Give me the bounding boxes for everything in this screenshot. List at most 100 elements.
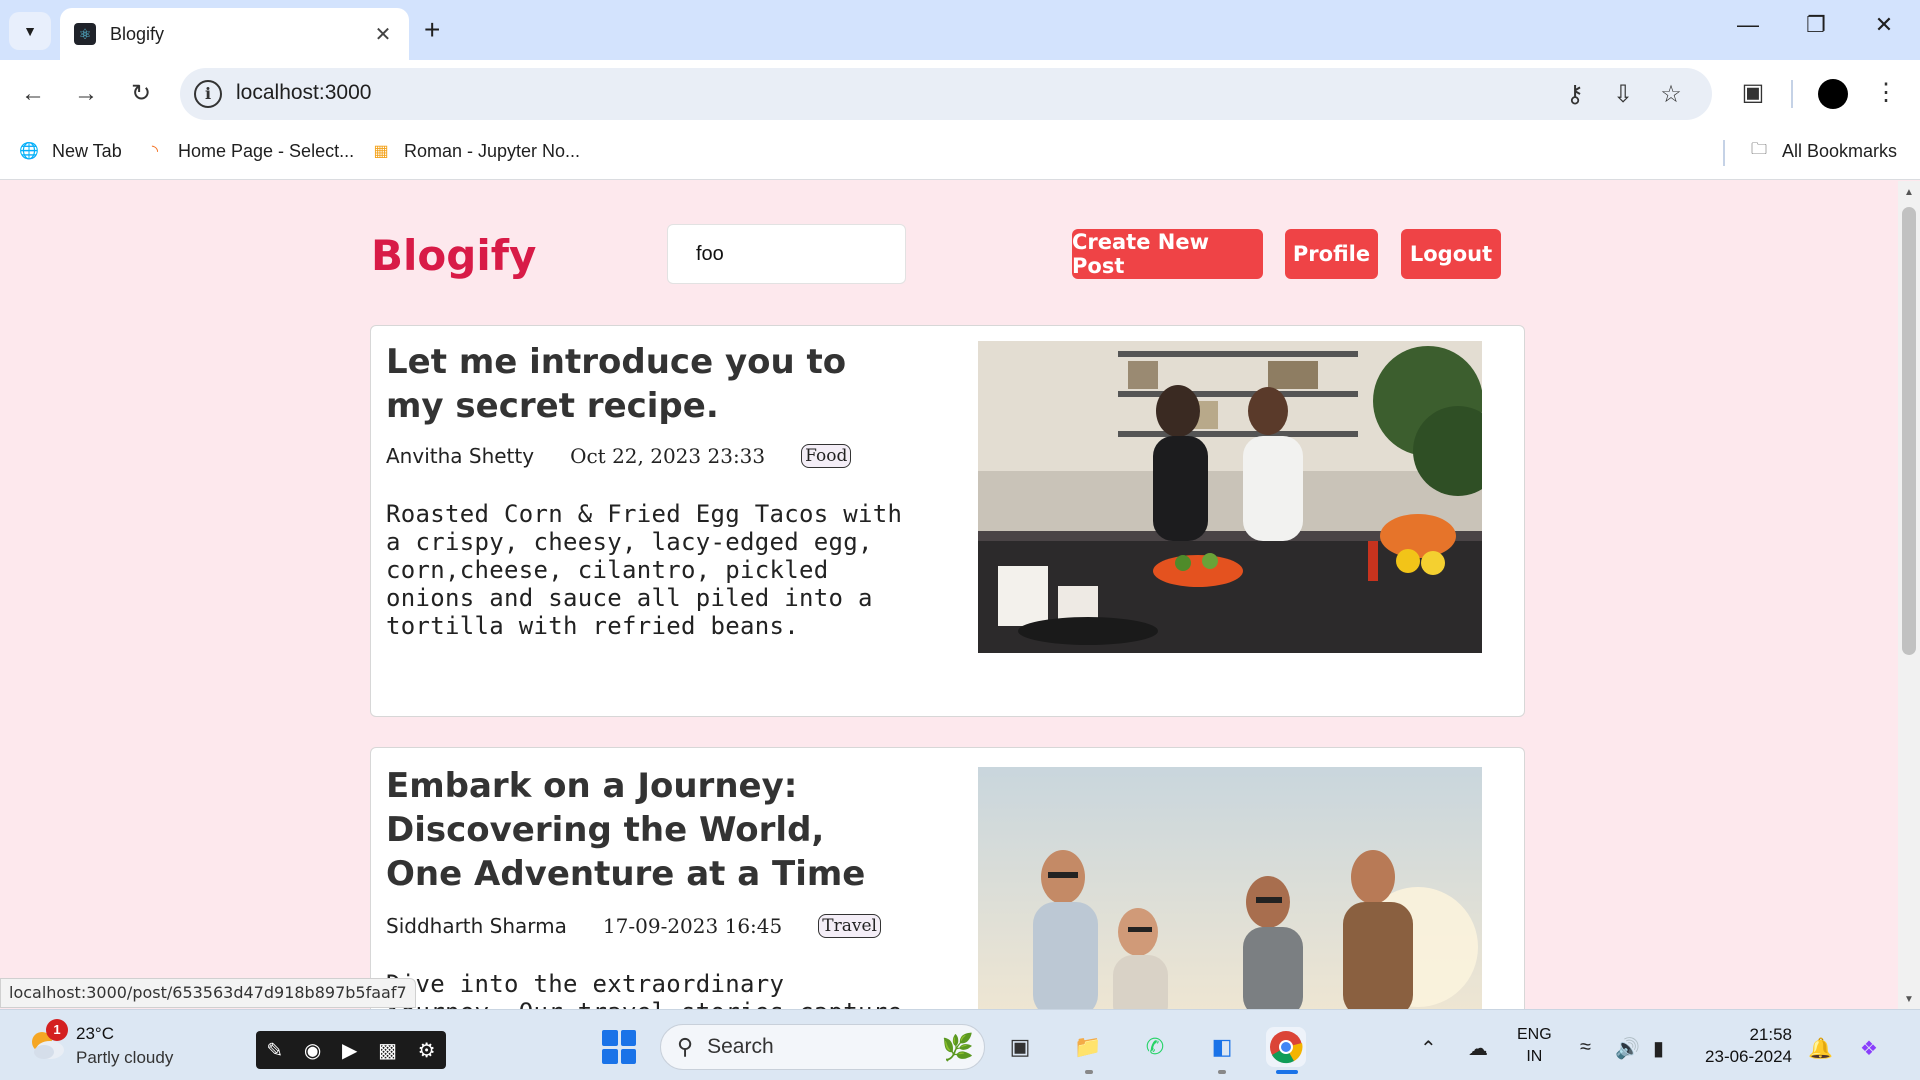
browser-tab[interactable]: ⚛ Blogify ✕ [60,8,409,60]
arrow-left-icon[interactable]: ← [15,76,51,112]
new-tab-button[interactable]: + [424,14,440,46]
onedrive-icon[interactable]: ☁ [1468,1036,1488,1061]
search-highlight-icon: 🌿 [941,1031,974,1062]
tab-title: Blogify [110,23,165,44]
post-date: Oct 22, 2023 23:33 [570,444,766,468]
bell-icon[interactable]: 🔔 [1808,1036,1833,1061]
region-code: IN [1526,1048,1543,1065]
bookmark-label: Home Page - Select... [178,140,355,161]
app-running-indicator [1218,1070,1226,1074]
search-icon: ⚲ [677,1034,694,1059]
category-tag[interactable]: Travel [818,914,881,938]
post-image[interactable] [978,341,1482,653]
post-card[interactable]: Let me introduce you to my secret recipe… [370,325,1525,717]
clock[interactable]: 21:58 23-06-2024 [1690,1024,1792,1068]
scroll-down-icon[interactable]: ▼ [1904,994,1914,1005]
bookmark-roman[interactable]: ▦ Roman - Jupyter No... [370,140,580,162]
post-excerpt: Roasted Corn & Fried Egg Tacos with a cr… [386,500,903,640]
clock-time: 21:58 [1749,1025,1792,1044]
bookmark-label: New Tab [52,140,122,161]
key-icon[interactable]: ⚷ [1560,80,1590,109]
minimize-icon[interactable]: — [1728,12,1768,38]
post-title[interactable]: Embark on a Journey: Discovering the Wor… [386,764,906,896]
site-logo[interactable]: Blogify [371,231,536,280]
post-card[interactable]: Embark on a Journey: Discovering the Wor… [370,747,1525,1009]
restore-icon[interactable]: ❐ [1796,12,1836,38]
volume-icon[interactable]: 🔊 [1615,1036,1640,1061]
post-author: Anvitha Shetty [386,444,535,468]
reload-icon[interactable]: ↻ [123,76,159,112]
close-window-icon[interactable]: ✕ [1864,12,1904,38]
camera-icon[interactable]: ◉ [304,1038,321,1063]
create-post-button[interactable]: Create New Post [1072,229,1263,279]
all-bookmarks-label: All Bookmarks [1782,140,1898,161]
install-icon[interactable]: ⇩ [1608,80,1638,109]
windows-start-icon[interactable] [602,1030,636,1064]
react-icon: ⚛ [74,23,96,45]
weather-condition: Partly cloudy [76,1048,174,1067]
capture-toolbar: ✎ ◉ ▶ ▩ ⚙ [256,1031,446,1069]
wifi-icon[interactable]: ≈ [1580,1036,1591,1059]
bookmarks-bar: 🌐 New Tab ◝ Home Page - Select... ▦ Roma… [0,128,1920,180]
address-bar[interactable]: i localhost:3000 ⚷ ⇩ ☆ [180,68,1712,120]
avatar[interactable] [1818,79,1848,109]
language-indicator[interactable]: ENG IN [1517,1024,1552,1068]
app-running-indicator [1085,1070,1093,1074]
post-title[interactable]: Let me introduce you to my secret recipe… [386,340,906,428]
post-meta: Siddharth Sharma 17-09-2023 16:45 Travel [386,914,881,938]
close-tab-icon[interactable]: ✕ [371,22,395,47]
kitchen-photo [978,341,1482,653]
search-input[interactable] [667,224,906,284]
pen-icon[interactable]: ✎ [266,1038,283,1063]
notification-badge: 1 [46,1019,68,1041]
browser-tabstrip: ▼ ⚛ Blogify ✕ + — ❐ ✕ [0,0,1920,60]
post-author: Siddharth Sharma [386,914,567,938]
taskbar-search[interactable]: ⚲ Search 🌿 [660,1024,985,1070]
video-icon[interactable]: ▶ [342,1038,357,1063]
folder-icon: 🗀 [1750,140,1767,158]
category-tag[interactable]: Food [801,444,852,468]
clock-date: 23-06-2024 [1705,1047,1792,1066]
scroll-up-icon[interactable]: ▲ [1904,187,1914,198]
bookmark-home-page[interactable]: ◝ Home Page - Select... [144,140,354,162]
travel-photo [978,767,1482,1009]
tab-search-button[interactable]: ▼ [9,12,51,50]
taskbar: 1 23°C Partly cloudy ✎ ◉ ▶ ▩ ⚙ ⚲ Search … [0,1009,1920,1080]
jupyter-icon: ◝ [151,143,159,160]
bookmarks-divider [1723,140,1725,166]
bookmark-new-tab[interactable]: 🌐 New Tab [18,140,122,162]
notebook-icon: ▦ [373,143,389,160]
post-date: 17-09-2023 16:45 [602,914,783,938]
star-icon[interactable]: ☆ [1656,80,1686,109]
chrome-icon[interactable] [1266,1027,1306,1067]
page-viewport: Blogify Create New Post Profile Logout L… [0,181,1898,1009]
battery-icon[interactable]: ▮ [1653,1036,1664,1061]
whatsapp-icon[interactable]: ✆ [1135,1027,1175,1067]
copilot-icon[interactable]: ❖ [1860,1036,1878,1061]
language-code: ENG [1517,1026,1552,1043]
scrollbar[interactable]: ▲ ▼ [1898,181,1920,1009]
task-view-icon[interactable]: ▣ [1000,1027,1040,1067]
info-icon[interactable]: i [194,80,222,108]
toolbar-divider [1791,80,1793,108]
store-icon[interactable]: ◧ [1202,1027,1242,1067]
post-image[interactable] [978,767,1482,1009]
search-label: Search [707,1035,774,1058]
gear-icon[interactable]: ⚙ [418,1038,436,1063]
window-capture-icon[interactable]: ▩ [378,1038,397,1063]
post-meta: Anvitha Shetty Oct 22, 2023 23:33 Food [386,444,852,468]
arrow-right-icon[interactable]: → [68,76,104,112]
all-bookmarks[interactable]: 🗀 All Bookmarks [1748,140,1897,162]
logout-button[interactable]: Logout [1401,229,1501,279]
chrome-logo [1270,1031,1303,1064]
address-url[interactable]: localhost:3000 [236,81,371,105]
globe-icon: 🌐 [19,143,39,160]
status-url: localhost:3000/post/653563d47d918b897b5f… [0,978,416,1008]
chevron-up-icon[interactable]: ⌃ [1420,1036,1437,1061]
file-explorer-icon[interactable]: 📁 [1068,1027,1108,1067]
scroll-thumb[interactable] [1902,207,1916,655]
kebab-icon[interactable]: ⋮ [1870,78,1902,107]
puzzle-icon[interactable]: ▣ [1737,78,1769,107]
profile-button[interactable]: Profile [1285,229,1378,279]
bookmark-label: Roman - Jupyter No... [404,140,581,161]
